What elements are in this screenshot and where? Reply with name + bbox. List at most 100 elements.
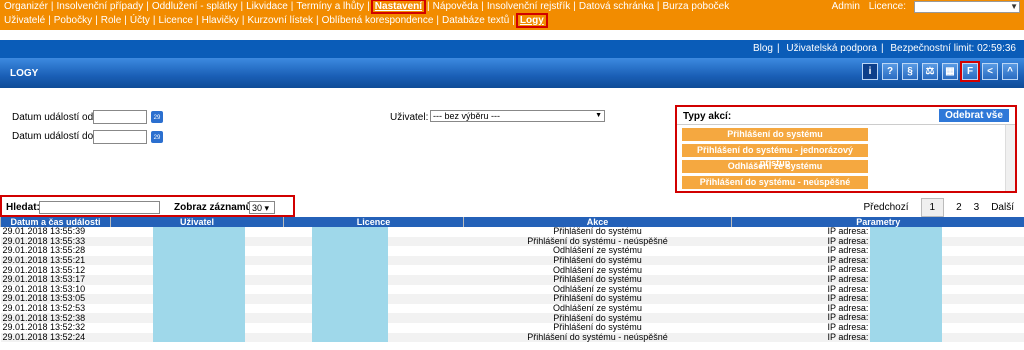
cell-params: IP adresa:: [731, 294, 1024, 304]
table-row[interactable]: 29.01.2018 13:52:24 Přihlášení do systému…: [0, 332, 1024, 343]
params-text: IP adresa:: [827, 265, 869, 275]
nav-item[interactable]: Oddlužení - splátky: [152, 1, 238, 12]
pager-prev[interactable]: Předchozí: [863, 202, 908, 213]
action-type-item[interactable]: Přihlášení do systému - neúspěšné: [682, 176, 868, 189]
nav-item[interactable]: Organizér: [4, 1, 48, 12]
table-row[interactable]: 29.01.2018 13:55:39 Přihlášení do systému…: [1, 227, 1024, 237]
table-row[interactable]: 29.01.2018 13:53:17 Přihlášení do systému…: [0, 274, 1024, 285]
table-row[interactable]: 29.01.2018 13:52:38 Přihlášení do systému…: [0, 313, 1024, 323]
records-count-select[interactable]: 30 ▾: [249, 201, 275, 214]
help-icon[interactable]: ?: [882, 63, 898, 80]
nav-separator: |: [240, 1, 244, 12]
nav-item[interactable]: Datová schránka: [579, 1, 654, 12]
nav-item[interactable]: Insolvenční případy: [57, 1, 144, 12]
cell-date: 29.01.2018 13:53:05: [0, 294, 111, 304]
scrollbar[interactable]: [1005, 125, 1015, 191]
back-icon[interactable]: <: [982, 63, 998, 80]
subnav-item[interactable]: Databáze textů: [442, 15, 509, 26]
cell-date: 29.01.2018 13:53:17: [0, 274, 111, 285]
table-row[interactable]: 29.01.2018 13:55:28 Odhlášení ze systému I…: [1, 246, 1024, 256]
date-from-label: Datum událostí od:: [12, 112, 96, 123]
up-icon[interactable]: ^: [1002, 63, 1018, 80]
column-header[interactable]: Parametry: [731, 217, 1024, 227]
redacted-licence: [311, 227, 388, 237]
support-link[interactable]: Uživatelská podpora: [786, 43, 877, 54]
cell-date: 29.01.2018 13:52:32: [2, 322, 86, 333]
redacted-user: [152, 322, 245, 333]
cell-user: [111, 246, 284, 256]
subnav-item[interactable]: Uživatelé: [4, 15, 45, 26]
cell-licence: [283, 236, 464, 247]
remove-all-button[interactable]: Odebrat vše: [939, 109, 1009, 122]
column-header[interactable]: Licence: [283, 217, 464, 227]
redacted-licence: [311, 265, 388, 275]
nav-separator: |: [436, 15, 439, 26]
nav-item[interactable]: Nastavení: [370, 0, 427, 14]
column-header[interactable]: Uživatel: [110, 217, 284, 227]
action-type-item[interactable]: Přihlášení do systému - jednorázový přís…: [682, 144, 868, 168]
table-row[interactable]: 29.01.2018 13:52:53 Odhlášení ze systému I…: [1, 303, 1024, 314]
action-type-item[interactable]: Přihlášení do systému: [682, 128, 868, 141]
user-select[interactable]: --- bez výběru --- ▼: [430, 110, 605, 122]
table-row[interactable]: 29.01.2018 13:52:32 Přihlášení do systému…: [1, 322, 1024, 333]
subnav-item[interactable]: Role: [101, 15, 122, 26]
nav-item[interactable]: Likvidace: [246, 1, 288, 12]
calculator-icon[interactable]: ▦: [942, 63, 958, 80]
subnav-item[interactable]: Licence: [159, 15, 193, 26]
date-from-input[interactable]: [93, 110, 147, 124]
redacted-ip: [870, 236, 943, 247]
info-icon[interactable]: i: [862, 63, 878, 80]
pager-page[interactable]: 3: [974, 202, 980, 213]
nav-separator: |: [241, 15, 245, 26]
column-header[interactable]: Akce: [463, 217, 732, 227]
table-row[interactable]: 29.01.2018 13:55:21 Přihlášení do systému…: [0, 255, 1024, 266]
page-title: LOGY: [10, 68, 39, 79]
pager-page[interactable]: 1: [920, 198, 945, 217]
cell-user: [110, 332, 284, 343]
cell-action: Přihlášení do systému: [463, 274, 732, 285]
date-to-input[interactable]: [93, 130, 147, 144]
cell-licence: [284, 246, 464, 256]
redacted-user: [152, 313, 245, 323]
f-icon[interactable]: F: [960, 61, 980, 82]
licence-select[interactable]: ▼: [914, 1, 1020, 13]
action-type-item[interactable]: Odhlášení ze systému: [682, 160, 868, 173]
nav-item[interactable]: Nápověda: [433, 1, 479, 12]
law-icon[interactable]: ⚖: [922, 63, 938, 80]
subnav-item[interactable]: Kurzovní lístek: [247, 15, 313, 26]
cell-date: 29.01.2018 13:55:12: [2, 265, 86, 275]
pager-page[interactable]: 2: [956, 202, 962, 213]
nav-separator: |: [656, 1, 660, 12]
cell-user: [111, 227, 284, 237]
calendar-icon[interactable]: 29: [151, 131, 163, 143]
nav-separator: |: [95, 15, 98, 26]
table-row[interactable]: 29.01.2018 13:53:05 Přihlášení do systému…: [0, 294, 1024, 304]
table-row[interactable]: 29.01.2018 13:55:33 Přihlášení do systému…: [0, 236, 1024, 247]
nav-item[interactable]: Burza poboček: [663, 1, 730, 12]
admin-link[interactable]: Admin: [832, 1, 860, 12]
subnav-item[interactable]: Oblíbená korespondence: [322, 15, 434, 26]
pager-next[interactable]: Další: [991, 202, 1014, 213]
table-row[interactable]: 29.01.2018 13:53:10 Odhlášení ze systému I…: [1, 284, 1024, 295]
paragraph-icon[interactable]: §: [902, 63, 918, 80]
nav-item[interactable]: Termíny a lhůty: [296, 1, 364, 12]
table-row[interactable]: 29.01.2018 13:55:12 Odhlášení ze systému I…: [1, 265, 1024, 275]
params-text: IP adresa:: [827, 332, 869, 342]
redacted-ip: [870, 227, 943, 237]
nav-item[interactable]: Insolvenční rejstřík: [487, 1, 570, 12]
calendar-icon[interactable]: 29: [151, 111, 163, 123]
subnav-item[interactable]: Hlavičky: [202, 15, 239, 26]
subnav-item[interactable]: Účty: [130, 15, 150, 26]
cell-action: Přihlášení do systému: [463, 255, 732, 266]
redacted-licence: [311, 284, 388, 295]
search-input[interactable]: [39, 201, 160, 214]
subnav-item[interactable]: Pobočky: [54, 15, 92, 26]
redacted-licence: [311, 236, 388, 247]
column-header[interactable]: Datum a čas události: [0, 217, 111, 227]
subnav-item[interactable]: Logy: [515, 13, 548, 28]
toolbar: i? § ⚖ ▦ F < ^: [862, 61, 1018, 82]
blog-link[interactable]: Blog: [753, 43, 773, 54]
cell-action: Přihlášení do systému: [553, 322, 642, 333]
cell-action: Odhlášení ze systému: [552, 265, 643, 275]
cell-user: [111, 303, 284, 314]
